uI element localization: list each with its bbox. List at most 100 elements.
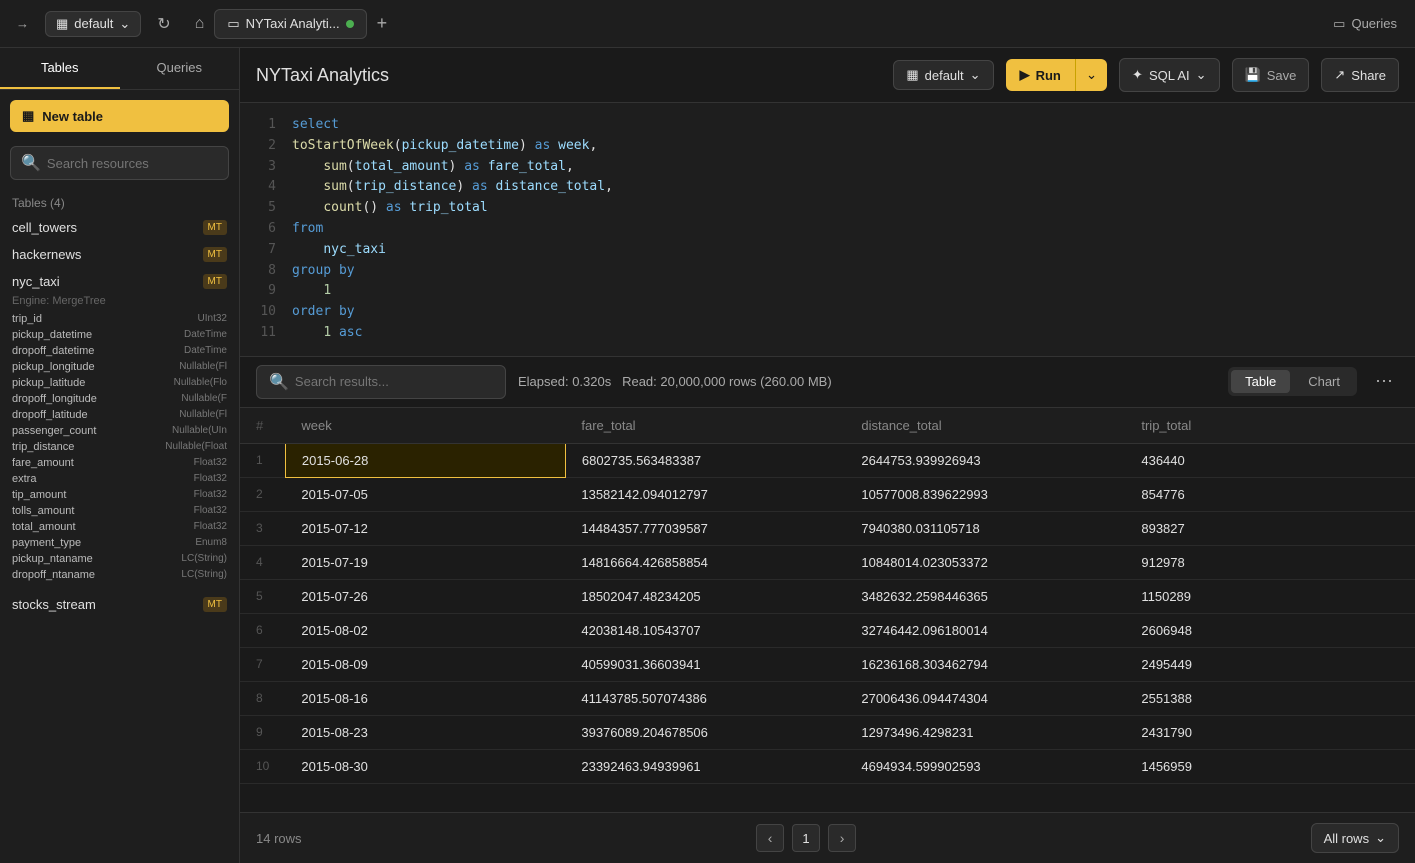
- sidebar-tab-tables[interactable]: Tables: [0, 48, 120, 89]
- run-dropdown-button[interactable]: ⌄: [1075, 59, 1107, 91]
- new-table-button[interactable]: ▦ New table: [10, 100, 229, 132]
- cell-distance-total: 7940380.031105718: [845, 511, 1125, 545]
- run-group: ▶ Run ⌄: [1006, 59, 1107, 91]
- cell-distance-total: 32746442.096180014: [845, 613, 1125, 647]
- cell-week[interactable]: 2015-08-02: [285, 613, 565, 647]
- cell-distance-total: 27006436.094474304: [845, 681, 1125, 715]
- sidebar: Tables Queries ▦ New table 🔍 Tables (4) …: [0, 48, 240, 863]
- view-tab-table[interactable]: Table: [1231, 370, 1290, 393]
- code-line-3: 3 sum(total_amount) as fare_total,: [240, 157, 1415, 178]
- code-line-2: 2 toStartOfWeek(pickup_datetime) as week…: [240, 136, 1415, 157]
- table-row: 22015-07-0513582142.09401279710577008.83…: [240, 477, 1415, 511]
- run-label: Run: [1036, 68, 1061, 83]
- table-item-hackernews[interactable]: hackernews MT: [8, 241, 231, 268]
- code-line-4: 4 sum(trip_distance) as distance_total,: [240, 177, 1415, 198]
- sql-ai-chevron: ⌄: [1196, 67, 1207, 83]
- table-item-stocks[interactable]: stocks_stream MT: [8, 591, 231, 618]
- table-row: 102015-08-3023392463.949399614694934.599…: [240, 749, 1415, 783]
- cell-row-num: 2: [240, 477, 285, 511]
- tab-label: NYTaxi Analyti...: [246, 16, 340, 31]
- view-tab-chart[interactable]: Chart: [1294, 370, 1354, 393]
- next-page-button[interactable]: ›: [828, 824, 856, 852]
- code-editor[interactable]: 1 select 2 toStartOfWeek(pickup_datetime…: [240, 103, 1415, 357]
- results-body: 12015-06-286802735.5634833872644753.9399…: [240, 443, 1415, 783]
- table-item-nyc-taxi[interactable]: nyc_taxi MT: [8, 268, 231, 295]
- cell-row-num: 3: [240, 511, 285, 545]
- prev-page-button[interactable]: ‹: [756, 824, 784, 852]
- query-title: NYTaxi Analytics: [256, 65, 881, 86]
- field-dropoff-ntaname: dropoff_ntanameLC(String): [12, 567, 227, 583]
- elapsed-label: Elapsed: 0.320s: [518, 374, 611, 389]
- col-header-week[interactable]: week: [285, 408, 565, 444]
- cell-trip-total: 2431790: [1125, 715, 1415, 749]
- all-rows-label: All rows: [1324, 831, 1370, 846]
- db-selector[interactable]: ▦ default ⌄: [45, 11, 141, 37]
- field-dropoff-longitude: dropoff_longitudeNullable(F: [12, 391, 227, 407]
- cell-week[interactable]: 2015-08-23: [285, 715, 565, 749]
- col-header-distance-total[interactable]: distance_total: [845, 408, 1125, 444]
- back-button[interactable]: →: [8, 12, 37, 35]
- table-row: 12015-06-286802735.5634833872644753.9399…: [240, 443, 1415, 477]
- cell-week[interactable]: 2015-08-09: [285, 647, 565, 681]
- col-header-num: #: [240, 408, 285, 444]
- queries-icon: ▭: [1333, 16, 1345, 32]
- tabs-area: ⌂ ▭ NYTaxi Analyti... + ▭ Queries: [187, 9, 1407, 39]
- cell-week[interactable]: 2015-07-19: [285, 545, 565, 579]
- cell-fare-total: 39376089.204678506: [565, 715, 845, 749]
- queries-button[interactable]: ▭ Queries: [1323, 12, 1407, 36]
- cell-fare-total: 13582142.094012797: [565, 477, 845, 511]
- table-name-cell-towers: cell_towers: [12, 220, 77, 235]
- field-pickup-ntaname: pickup_ntanameLC(String): [12, 551, 227, 567]
- cell-fare-total: 23392463.94939961: [565, 749, 845, 783]
- page-number: 1: [792, 824, 820, 852]
- query-tab[interactable]: ▭ NYTaxi Analyti...: [214, 9, 366, 39]
- field-dropoff-datetime: dropoff_datetimeDateTime: [12, 343, 227, 359]
- cell-trip-total: 2606948: [1125, 613, 1415, 647]
- sql-ai-sparkle-icon: ✦: [1132, 67, 1143, 83]
- col-header-fare-total[interactable]: fare_total: [565, 408, 845, 444]
- field-dropoff-latitude: dropoff_latitudeNullable(Fl: [12, 407, 227, 423]
- refresh-button[interactable]: ↻: [149, 10, 178, 38]
- table-row: 42015-07-1914816664.42685885410848014.02…: [240, 545, 1415, 579]
- cell-row-num: 9: [240, 715, 285, 749]
- save-button[interactable]: 💾 Save: [1232, 58, 1310, 92]
- cell-week[interactable]: 2015-07-12: [285, 511, 565, 545]
- cell-fare-total: 6802735.563483387: [565, 443, 845, 477]
- field-extra: extraFloat32: [12, 471, 227, 487]
- results-search-input[interactable]: [295, 374, 493, 389]
- cell-week[interactable]: 2015-06-28: [285, 443, 565, 477]
- db-pill-label: default: [925, 68, 964, 83]
- new-table-icon: ▦: [22, 108, 34, 124]
- cell-week[interactable]: 2015-07-05: [285, 477, 565, 511]
- main-layout: Tables Queries ▦ New table 🔍 Tables (4) …: [0, 48, 1415, 863]
- field-tolls-amount: tolls_amountFloat32: [12, 503, 227, 519]
- add-tab-button[interactable]: +: [369, 9, 396, 38]
- top-bar: → ▦ default ⌄ ↻ ⌂ ▭ NYTaxi Analyti... + …: [0, 0, 1415, 48]
- cell-week[interactable]: 2015-07-26: [285, 579, 565, 613]
- code-line-11: 11 1 asc: [240, 323, 1415, 344]
- search-icon: 🔍: [21, 153, 41, 173]
- sql-ai-button[interactable]: ✦ SQL AI ⌄: [1119, 58, 1220, 92]
- data-table: # week fare_total distance_total trip_to…: [240, 408, 1415, 784]
- db-pill[interactable]: ▦ default ⌄: [893, 60, 993, 90]
- share-button[interactable]: ↗ Share: [1321, 58, 1399, 92]
- home-tab-button[interactable]: ⌂: [187, 11, 213, 37]
- cell-row-num: 6: [240, 613, 285, 647]
- pagination: ‹ 1 ›: [756, 824, 856, 852]
- cell-fare-total: 14816664.426858854: [565, 545, 845, 579]
- all-rows-select[interactable]: All rows ⌄: [1311, 823, 1399, 853]
- col-header-trip-total[interactable]: trip_total: [1125, 408, 1415, 444]
- tables-header: Tables (4): [8, 188, 231, 214]
- share-label: Share: [1351, 68, 1386, 83]
- table-item-cell-towers[interactable]: cell_towers MT: [8, 214, 231, 241]
- cell-week[interactable]: 2015-08-16: [285, 681, 565, 715]
- more-options-button[interactable]: ⋯: [1369, 369, 1399, 394]
- field-pickup-latitude: pickup_latitudeNullable(Flo: [12, 375, 227, 391]
- search-input[interactable]: [47, 156, 223, 171]
- cell-trip-total: 854776: [1125, 477, 1415, 511]
- field-tip-amount: tip_amountFloat32: [12, 487, 227, 503]
- sidebar-tab-queries[interactable]: Queries: [120, 48, 240, 89]
- cell-week[interactable]: 2015-08-30: [285, 749, 565, 783]
- run-button[interactable]: ▶ Run: [1006, 59, 1075, 91]
- results-search-icon: 🔍: [269, 372, 289, 392]
